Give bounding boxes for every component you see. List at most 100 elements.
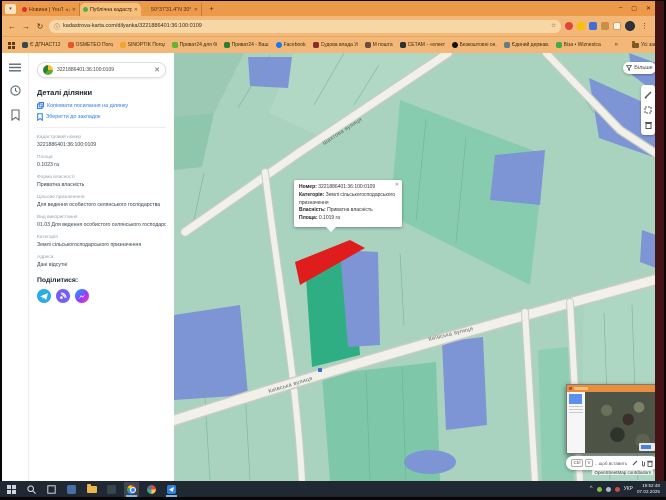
telegram-share-button[interactable] bbox=[37, 289, 51, 303]
audio-playing-icon[interactable]: ◄) bbox=[65, 7, 70, 12]
all-bookmarks-button[interactable]: Усі закладки bbox=[632, 42, 655, 48]
bookmark-item[interactable]: М пошта bbox=[365, 42, 393, 48]
bookmark-star-icon[interactable]: ☆ bbox=[551, 23, 556, 29]
parcel-blue[interactable] bbox=[442, 337, 487, 430]
new-tab-button[interactable]: + bbox=[206, 4, 217, 15]
notification-tray-icon[interactable] bbox=[615, 487, 620, 492]
taskbar-mail-app[interactable] bbox=[64, 482, 79, 497]
task-view-button[interactable] bbox=[44, 482, 59, 497]
paperclip-icon[interactable] bbox=[640, 460, 645, 467]
parcel-blue[interactable] bbox=[404, 450, 456, 474]
bookmark-item[interactable]: Facebook bbox=[276, 42, 306, 48]
cadastral-map[interactable]: Шахтова вулиця Київська вулиця Київська … bbox=[174, 53, 655, 481]
adblock-extension-icon[interactable] bbox=[565, 22, 573, 30]
tab-search-button[interactable]: ▾ bbox=[5, 4, 16, 14]
favicon bbox=[400, 42, 406, 48]
trash-icon[interactable] bbox=[647, 460, 653, 467]
taskbar-app[interactable] bbox=[104, 482, 119, 497]
bookmark-item[interactable]: Приват24 - Ваш м... bbox=[224, 42, 269, 48]
back-button[interactable]: ← bbox=[7, 22, 17, 31]
telegram-icon bbox=[40, 293, 48, 300]
bookmark-item[interactable]: Безкоштовні он... bbox=[452, 42, 497, 48]
field-use-type: Вид використання 01.03 Для ведення особи… bbox=[37, 215, 166, 228]
sidebar-title: Деталі ділянки bbox=[37, 88, 166, 97]
close-tab-icon[interactable]: ✕ bbox=[194, 7, 198, 13]
caret-down-icon: ▾ bbox=[9, 6, 12, 12]
search-input[interactable]: 3221886401:36:100:0109 ✕ bbox=[37, 62, 166, 78]
window-controls: – ▢ ✕ bbox=[619, 1, 651, 15]
language-indicator[interactable]: УКР bbox=[624, 486, 633, 492]
tab-kadastr-map[interactable]: Публічна кадастрова карта У ✕ bbox=[80, 3, 141, 16]
more-layers-button[interactable]: Більше bbox=[623, 62, 655, 74]
save-bookmark-button[interactable]: Зберегти до закладок bbox=[37, 113, 166, 121]
close-tab-icon[interactable]: ✕ bbox=[134, 7, 138, 13]
profile-avatar[interactable] bbox=[625, 21, 635, 31]
bookmark-rail-icon[interactable] bbox=[11, 109, 20, 121]
paste-hint-toast: Ctrl V ...щоб вставить bbox=[566, 456, 655, 470]
address-bar[interactable]: ⓘ kadastrova-karta.com/dilyanka/32218864… bbox=[49, 20, 561, 33]
clock-date: 07.02.2025 bbox=[637, 489, 660, 495]
viber-share-button[interactable] bbox=[56, 289, 70, 303]
minimize-button[interactable]: – bbox=[619, 5, 622, 11]
extension-icon[interactable] bbox=[613, 22, 621, 30]
field-area: Площа 0.1023 га bbox=[37, 155, 166, 168]
close-window-button[interactable]: ✕ bbox=[646, 5, 651, 12]
trash-icon[interactable] bbox=[645, 121, 652, 129]
start-button[interactable] bbox=[4, 482, 19, 497]
browser-menu-icon[interactable]: ⋮ bbox=[639, 22, 650, 30]
clear-search-icon[interactable]: ✕ bbox=[154, 66, 160, 74]
bookmark-item[interactable]: Єдиний держав... bbox=[504, 42, 549, 48]
bookmark-item[interactable]: OSMETEO Погод... bbox=[68, 42, 113, 48]
maximize-button[interactable]: ▢ bbox=[631, 5, 637, 12]
tray-expand-icon[interactable]: ^ bbox=[590, 486, 593, 492]
copy-link-button[interactable]: Копіювати посилання на ділянку bbox=[37, 102, 166, 109]
url-text[interactable]: kadastrova-karta.com/dilyanka/3221886401… bbox=[63, 23, 548, 29]
bookmark-item[interactable]: Судова влада Укра... bbox=[313, 42, 358, 48]
field-ownership: Форма власності Приватна власність bbox=[37, 175, 166, 188]
favicon bbox=[556, 42, 562, 48]
bookmark-item[interactable]: Віза • Wiznestca?.. bbox=[556, 42, 601, 48]
tab-youtube-music[interactable]: Новини | YouTube Music ◄) ✕ bbox=[19, 3, 80, 16]
site-info-icon[interactable]: ⓘ bbox=[54, 22, 60, 31]
bookmark-item[interactable]: SINOPTIK Погода в... bbox=[120, 42, 165, 48]
map-attribution[interactable]: OpenStreetMap contributors bbox=[592, 470, 653, 475]
bookmark-item[interactable]: СЕТАМ - «елект... bbox=[400, 42, 445, 48]
close-popup-icon[interactable]: ✕ bbox=[395, 182, 399, 190]
area-select-icon[interactable] bbox=[644, 106, 652, 114]
preview-window-body bbox=[567, 392, 655, 453]
extension-icon[interactable] bbox=[589, 22, 597, 30]
close-tab-icon[interactable]: ✕ bbox=[72, 7, 76, 13]
edit-pencil-icon[interactable] bbox=[632, 460, 638, 466]
taskbar-clock[interactable]: 19:52:48 07.02.2025 bbox=[637, 483, 660, 494]
parcel-blue[interactable] bbox=[174, 305, 248, 400]
parcel-blue[interactable] bbox=[490, 150, 545, 205]
chrome-icon bbox=[127, 485, 136, 494]
extension-icon[interactable] bbox=[601, 22, 609, 30]
bookmark-item[interactable]: Є ДПЧАСТ12 bbox=[22, 42, 61, 48]
extension-icon[interactable] bbox=[577, 22, 585, 30]
taskbar-search-button[interactable] bbox=[24, 482, 39, 497]
history-clock-icon[interactable] bbox=[10, 85, 21, 96]
parcel-blue[interactable] bbox=[640, 230, 655, 268]
network-tray-icon[interactable] bbox=[606, 487, 611, 492]
bookmark-item[interactable]: Приват24 для бізн... bbox=[172, 42, 217, 48]
hamburger-menu-icon[interactable] bbox=[9, 63, 21, 72]
apps-grid-icon[interactable] bbox=[8, 42, 15, 49]
parcel-blue[interactable] bbox=[248, 57, 292, 88]
taskbar-messenger-app[interactable] bbox=[164, 482, 179, 497]
field-address: Адреса Дані відсутні bbox=[37, 255, 166, 268]
taskbar-chrome[interactable] bbox=[124, 482, 139, 497]
share-buttons bbox=[37, 289, 166, 303]
antivirus-tray-icon[interactable] bbox=[597, 487, 602, 492]
bookmarks-overflow-icon[interactable]: » bbox=[615, 42, 618, 48]
parcel-details-sidebar: 3221886401:36:100:0109 ✕ Деталі ділянки … bbox=[29, 53, 174, 481]
screenshot-preview[interactable] bbox=[566, 384, 655, 454]
taskbar-file-explorer[interactable] bbox=[84, 482, 99, 497]
taskbar-photos-app[interactable] bbox=[144, 482, 159, 497]
tab-google-maps[interactable]: 50°37'31.4"N 30°17'31.3"E - G ✕ bbox=[141, 3, 202, 16]
messenger-share-button[interactable] bbox=[75, 289, 89, 303]
ctrl-key: Ctrl bbox=[571, 459, 583, 467]
measure-pencil-icon[interactable] bbox=[644, 91, 652, 99]
forward-button[interactable]: → bbox=[21, 22, 31, 31]
reload-button[interactable]: ↻ bbox=[35, 22, 45, 31]
